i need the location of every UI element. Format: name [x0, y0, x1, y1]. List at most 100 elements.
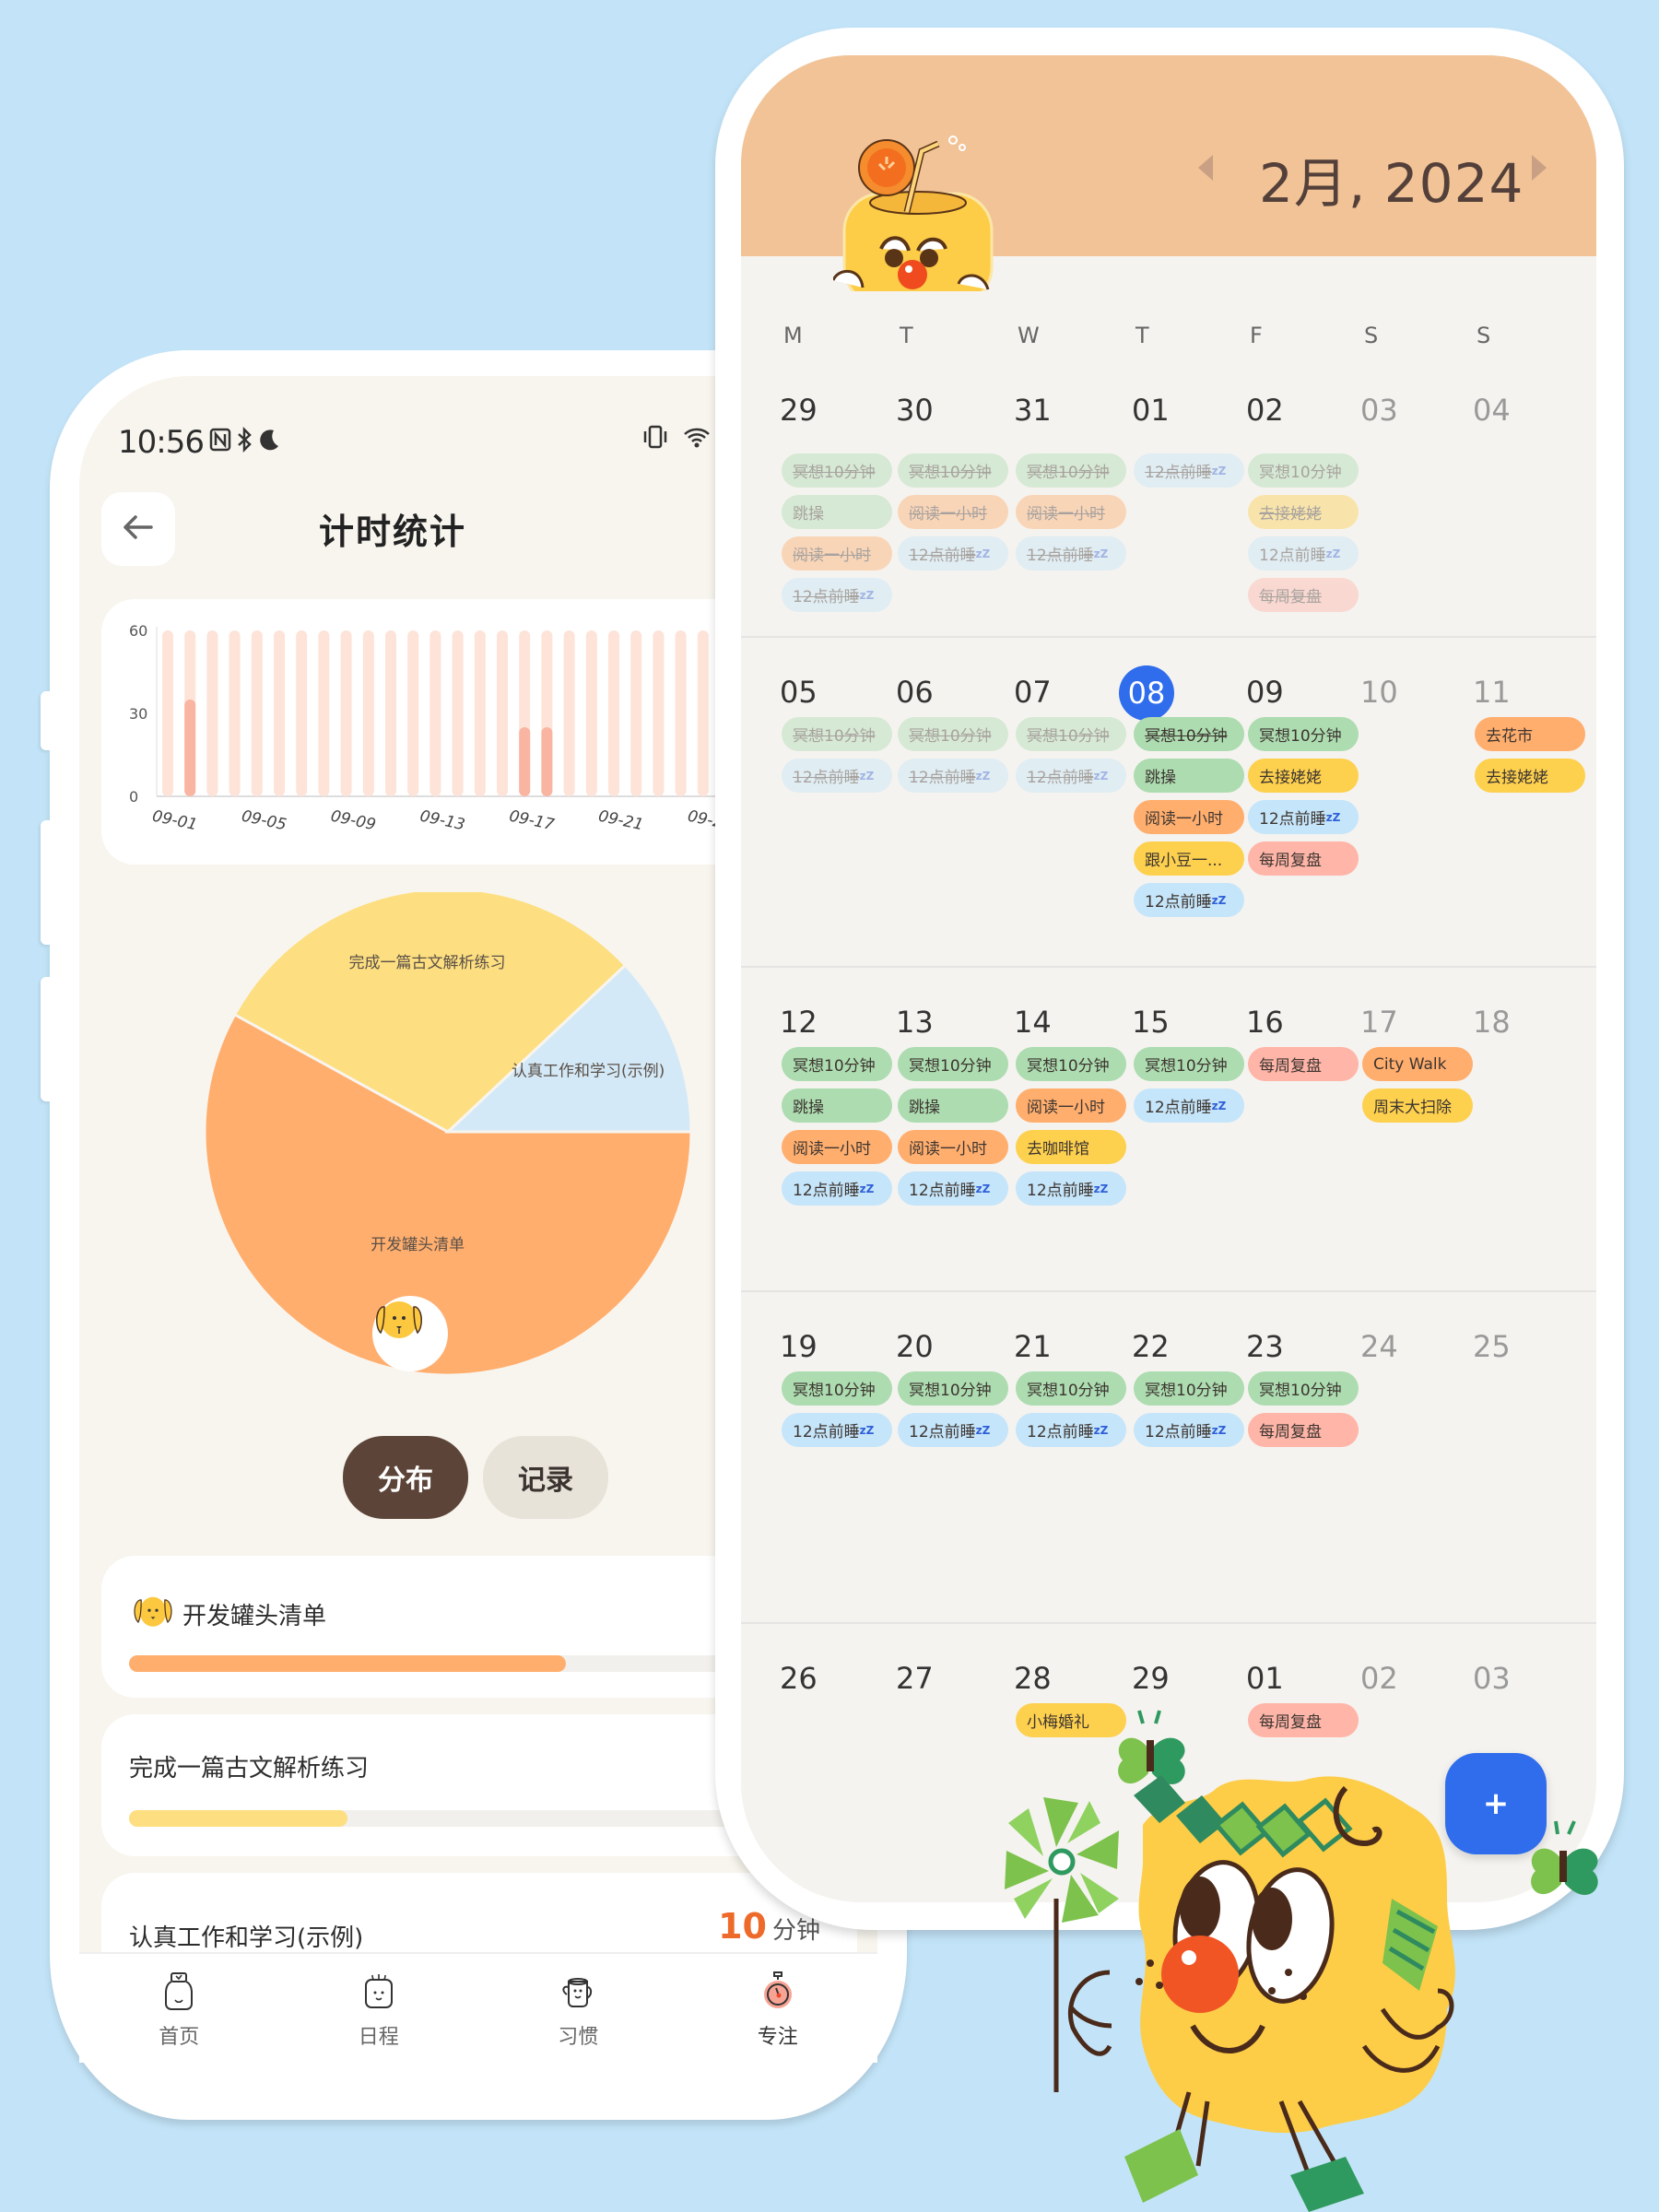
- day-number[interactable]: 15: [1132, 1005, 1170, 1040]
- event-pill[interactable]: 12点前睡 zZ: [1248, 800, 1359, 834]
- event-pill[interactable]: 12点前睡 zZ: [1134, 883, 1244, 917]
- day-number[interactable]: 13: [896, 1005, 934, 1040]
- event-pill[interactable]: 冥想10分钟: [782, 1047, 892, 1081]
- event-pill[interactable]: 阅读一小时: [782, 1130, 892, 1164]
- bar[interactable]: [541, 727, 553, 796]
- day-number[interactable]: 24: [1360, 1329, 1398, 1364]
- event-pill[interactable]: 冥想10分钟: [1248, 1371, 1359, 1406]
- tab-distribution[interactable]: 分布: [343, 1436, 468, 1519]
- bar[interactable]: [519, 727, 531, 796]
- day-number[interactable]: 02: [1246, 393, 1284, 428]
- day-number[interactable]: 10: [1360, 675, 1398, 710]
- event-pill[interactable]: 冥想10分钟: [1016, 1371, 1126, 1406]
- event-pill[interactable]: 冥想10分钟: [898, 717, 1008, 751]
- event-pill[interactable]: 12点前睡 zZ: [1016, 1171, 1126, 1206]
- day-number[interactable]: 31: [1014, 393, 1052, 428]
- event-pill[interactable]: 12点前睡 zZ: [898, 759, 1008, 793]
- event-pill[interactable]: 12点前睡 zZ: [898, 1171, 1008, 1206]
- event-pill[interactable]: 12点前睡 zZ: [898, 1413, 1008, 1447]
- event-pill[interactable]: 周末大扫除: [1362, 1088, 1473, 1123]
- event-pill[interactable]: 冥想10分钟: [898, 1047, 1008, 1081]
- day-number[interactable]: 14: [1014, 1005, 1052, 1040]
- event-pill[interactable]: 冥想10分钟: [1134, 1371, 1244, 1406]
- day-number[interactable]: 01: [1132, 393, 1170, 428]
- event-pill[interactable]: 跳操: [782, 495, 892, 529]
- event-pill[interactable]: 阅读一小时: [1016, 1088, 1126, 1123]
- event-pill[interactable]: 每周复盘: [1248, 578, 1359, 612]
- event-pill[interactable]: 冥想10分钟: [1248, 453, 1359, 488]
- day-number[interactable]: 16: [1246, 1005, 1284, 1040]
- event-pill[interactable]: 冥想10分钟: [1134, 717, 1244, 751]
- day-number[interactable]: 09: [1246, 675, 1284, 710]
- event-pill[interactable]: 冥想10分钟: [1016, 453, 1126, 488]
- event-pill[interactable]: 去接姥姥: [1475, 759, 1585, 793]
- event-pill[interactable]: 阅读一小时: [898, 1130, 1008, 1164]
- event-pill[interactable]: 冥想10分钟: [782, 1371, 892, 1406]
- event-pill[interactable]: City Walk: [1362, 1047, 1473, 1081]
- back-button[interactable]: [101, 492, 175, 566]
- event-pill[interactable]: 冥想10分钟: [782, 453, 892, 488]
- day-number[interactable]: 18: [1473, 1005, 1511, 1040]
- day-number[interactable]: 17: [1360, 1005, 1398, 1040]
- event-pill[interactable]: 每周复盘: [1248, 841, 1359, 876]
- event-pill[interactable]: 冥想10分钟: [898, 453, 1008, 488]
- event-pill[interactable]: 12点前睡 zZ: [1016, 536, 1126, 571]
- day-number[interactable]: 26: [780, 1661, 818, 1696]
- event-pill[interactable]: 跳操: [782, 1088, 892, 1123]
- event-pill[interactable]: 12点前睡 zZ: [1134, 1088, 1244, 1123]
- event-pill[interactable]: 12点前睡 zZ: [898, 536, 1008, 571]
- day-number[interactable]: 21: [1014, 1329, 1052, 1364]
- day-number[interactable]: 20: [896, 1329, 934, 1364]
- event-pill[interactable]: 跳操: [1134, 759, 1244, 793]
- event-pill[interactable]: 冥想10分钟: [1016, 1047, 1126, 1081]
- event-pill[interactable]: 去花市: [1475, 717, 1585, 751]
- event-pill[interactable]: 阅读一小时: [782, 536, 892, 571]
- event-pill[interactable]: 去咖啡馆: [1016, 1130, 1126, 1164]
- nav-focus[interactable]: 专注: [678, 1954, 878, 2063]
- event-pill[interactable]: 阅读一小时: [1016, 495, 1126, 529]
- event-pill[interactable]: 跟小豆一...: [1134, 841, 1244, 876]
- event-pill[interactable]: 每周复盘: [1248, 1047, 1359, 1081]
- day-number[interactable]: 04: [1473, 393, 1511, 428]
- day-number[interactable]: 19: [780, 1329, 818, 1364]
- event-pill[interactable]: 12点前睡 zZ: [782, 759, 892, 793]
- event-pill[interactable]: 12点前睡 zZ: [1016, 759, 1126, 793]
- event-pill[interactable]: 12点前睡 zZ: [1016, 1413, 1126, 1447]
- day-number[interactable]: 03: [1360, 393, 1398, 428]
- event-pill[interactable]: 去接姥姥: [1248, 759, 1359, 793]
- day-number[interactable]: 27: [896, 1661, 934, 1696]
- caret-right-icon[interactable]: [1532, 155, 1547, 181]
- day-number[interactable]: 23: [1246, 1329, 1284, 1364]
- event-pill[interactable]: 阅读一小时: [898, 495, 1008, 529]
- event-pill[interactable]: 去接姥姥: [1248, 495, 1359, 529]
- nav-home[interactable]: 首页: [79, 1954, 279, 2063]
- event-pill[interactable]: 12点前睡 zZ: [782, 1413, 892, 1447]
- event-pill[interactable]: 冥想10分钟: [782, 717, 892, 751]
- day-number[interactable]: 11: [1473, 675, 1511, 710]
- event-pill[interactable]: 冥想10分钟: [1016, 717, 1126, 751]
- day-number[interactable]: 05: [780, 675, 818, 710]
- event-pill[interactable]: 12点前睡 zZ: [1248, 536, 1359, 571]
- nav-habits[interactable]: 习惯: [478, 1954, 678, 2063]
- event-pill[interactable]: 跳操: [898, 1088, 1008, 1123]
- day-number[interactable]: 12: [780, 1005, 818, 1040]
- day-number[interactable]: 25: [1473, 1329, 1511, 1364]
- event-pill[interactable]: 冥想10分钟: [1134, 1047, 1244, 1081]
- caret-left-icon[interactable]: [1198, 155, 1213, 181]
- event-pill[interactable]: 12点前睡 zZ: [782, 578, 892, 612]
- day-number[interactable]: 29: [780, 393, 818, 428]
- bar[interactable]: [184, 700, 196, 796]
- event-pill[interactable]: 12点前睡 zZ: [782, 1171, 892, 1206]
- day-number-today[interactable]: 08: [1119, 665, 1174, 721]
- tab-records[interactable]: 记录: [483, 1436, 608, 1519]
- event-pill[interactable]: 阅读一小时: [1134, 800, 1244, 834]
- day-number[interactable]: 07: [1014, 675, 1052, 710]
- event-pill[interactable]: 12点前睡 zZ: [1134, 453, 1244, 488]
- event-pill[interactable]: 冥想10分钟: [898, 1371, 1008, 1406]
- event-pill[interactable]: 冥想10分钟: [1248, 717, 1359, 751]
- day-number[interactable]: 30: [896, 393, 934, 428]
- event-pill[interactable]: 12点前睡 zZ: [1134, 1413, 1244, 1447]
- day-number[interactable]: 22: [1132, 1329, 1170, 1364]
- day-number[interactable]: 06: [896, 675, 934, 710]
- nav-schedule[interactable]: 日程: [279, 1954, 479, 2063]
